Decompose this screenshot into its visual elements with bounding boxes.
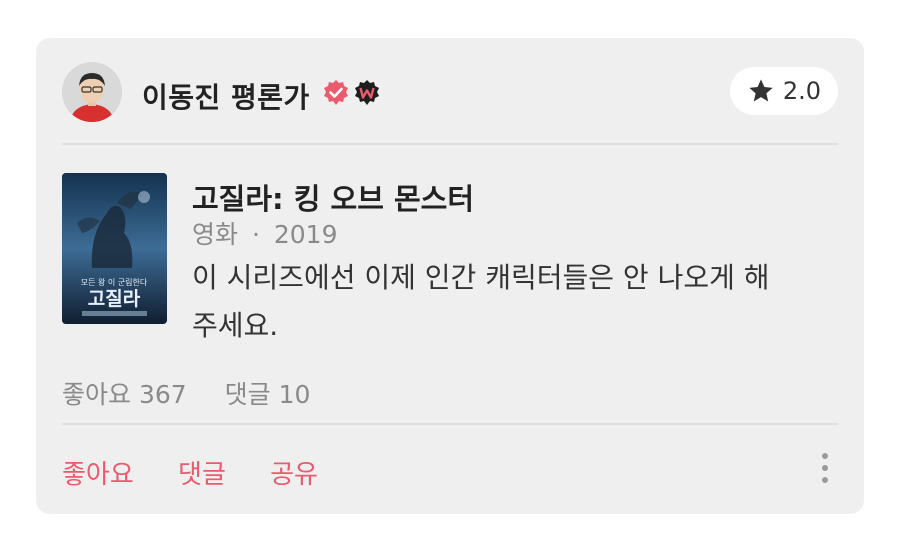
- svg-text:모든 왕 이 군림한다: 모든 왕 이 군림한다: [81, 277, 148, 287]
- rating-value: 2.0: [782, 77, 822, 105]
- reviewer-name[interactable]: 이동진 평론가: [142, 76, 310, 116]
- watcha-w-badge-icon: [355, 80, 379, 105]
- review-stats: 좋아요 367 댓글 10: [62, 375, 340, 411]
- review-card: 이동진 평론가 2.0 모든 왕 이 군림한다 고질라 고질라: 킹 오브 몬스…: [36, 38, 864, 514]
- movie-meta: 영화 · 2019: [192, 215, 338, 251]
- movie-category: 영화: [192, 220, 239, 249]
- review-text[interactable]: 이 시리즈에선 이제 인간 캐릭터들은 안 나오게 해주세요.: [192, 254, 792, 350]
- share-button[interactable]: 공유: [270, 460, 318, 490]
- divider: [62, 423, 838, 425]
- movie-poster[interactable]: 모든 왕 이 군림한다 고질라: [62, 173, 167, 324]
- review-header: 이동진 평론가 2.0: [62, 62, 838, 122]
- like-button[interactable]: 좋아요: [62, 460, 134, 490]
- comment-button[interactable]: 댓글: [178, 460, 226, 490]
- comment-count[interactable]: 댓글 10: [225, 380, 311, 409]
- verified-badge-icon: [324, 80, 348, 105]
- divider: [62, 143, 838, 145]
- action-bar: 좋아요 댓글 공유: [62, 454, 354, 491]
- movie-year: 2019: [273, 220, 338, 249]
- reviewer-badges: [322, 79, 381, 107]
- more-vertical-icon[interactable]: [820, 450, 830, 486]
- rating-pill: 2.0: [730, 67, 838, 115]
- like-count: 좋아요 367: [62, 380, 187, 409]
- star-icon: [749, 79, 773, 102]
- poster-title-text: 고질라: [88, 288, 141, 310]
- avatar[interactable]: [62, 62, 122, 122]
- meta-separator: ·: [251, 220, 260, 249]
- movie-title[interactable]: 고질라: 킹 오브 몬스터: [192, 176, 474, 218]
